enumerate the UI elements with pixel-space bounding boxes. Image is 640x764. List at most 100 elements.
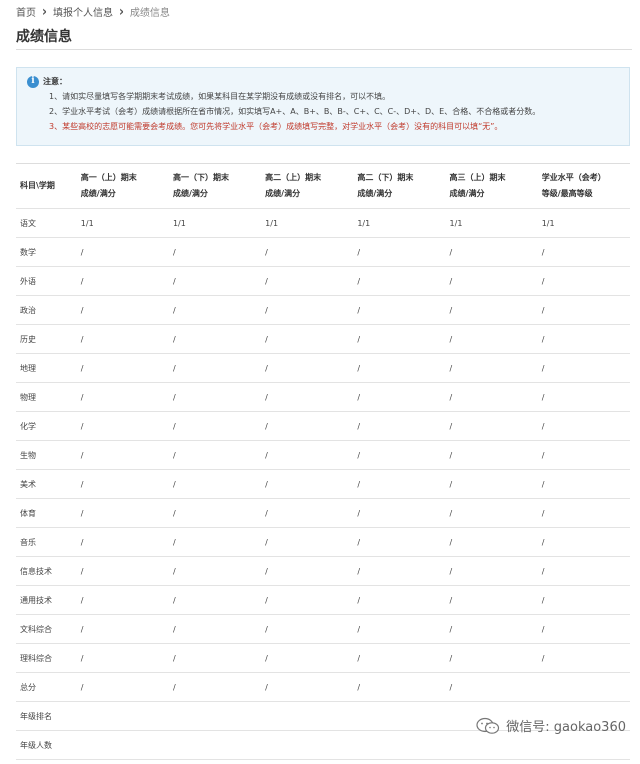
score-cell[interactable]: / [353,295,446,325]
score-cell[interactable]: / [537,266,630,296]
score-cell[interactable]: / [445,353,538,383]
score-cell[interactable]: / [353,469,446,499]
score-cell[interactable]: / [445,324,538,354]
score-cell[interactable]: 1/1 [353,208,446,238]
score-cell[interactable]: / [445,411,538,441]
score-cell[interactable]: 1/1 [76,208,169,238]
score-cell[interactable]: / [445,237,538,267]
score-cell[interactable]: / [353,614,446,644]
score-cell[interactable]: / [353,527,446,557]
score-cell[interactable]: / [537,411,630,441]
score-cell[interactable]: / [353,498,446,528]
score-cell[interactable]: 1/1 [261,208,354,238]
score-cell[interactable]: / [537,556,630,586]
score-cell[interactable]: / [261,672,354,702]
score-cell[interactable]: / [76,295,169,325]
score-cell[interactable]: / [76,469,169,499]
score-cell[interactable]: / [353,585,446,615]
score-cell[interactable]: / [537,527,630,557]
score-cell[interactable]: / [353,324,446,354]
score-cell[interactable] [168,701,262,731]
score-cell[interactable]: / [168,614,262,644]
score-cell[interactable]: / [445,266,538,296]
score-cell[interactable]: / [445,585,538,615]
score-cell[interactable] [76,701,169,731]
score-cell[interactable]: / [168,382,262,412]
score-cell[interactable]: / [353,237,446,267]
score-cell[interactable]: / [261,498,354,528]
score-cell[interactable]: / [261,469,354,499]
score-cell[interactable]: / [445,440,538,470]
score-cell[interactable]: / [261,353,354,383]
score-cell[interactable]: / [353,382,446,412]
score-cell[interactable]: / [76,643,169,673]
score-cell[interactable]: 1/1 [537,208,630,238]
score-cell[interactable]: / [353,556,446,586]
score-cell[interactable]: / [76,498,169,528]
score-cell[interactable]: / [261,237,354,267]
score-cell[interactable]: / [168,295,262,325]
score-cell[interactable]: / [76,614,169,644]
score-cell[interactable]: / [76,382,169,412]
score-cell[interactable] [76,730,169,760]
score-cell[interactable]: / [445,614,538,644]
score-cell[interactable]: / [168,440,262,470]
score-cell[interactable] [353,730,446,760]
score-cell[interactable]: / [261,556,354,586]
score-cell[interactable]: / [353,266,446,296]
score-cell[interactable]: / [261,527,354,557]
score-cell[interactable] [537,672,630,702]
score-cell[interactable]: / [445,672,538,702]
score-cell[interactable]: / [261,585,354,615]
score-cell[interactable]: / [168,324,262,354]
score-cell[interactable]: 1/1 [168,208,262,238]
score-cell[interactable]: / [537,353,630,383]
score-cell[interactable]: / [261,411,354,441]
score-cell[interactable]: / [537,643,630,673]
score-cell[interactable]: / [445,527,538,557]
score-cell[interactable]: / [168,643,262,673]
score-cell[interactable]: / [168,469,262,499]
score-cell[interactable]: / [261,266,354,296]
score-cell[interactable]: / [353,353,446,383]
score-cell[interactable]: / [537,585,630,615]
score-cell[interactable]: / [353,440,446,470]
score-cell[interactable]: 1/1 [445,208,538,238]
score-cell[interactable]: / [353,672,446,702]
score-cell[interactable] [261,701,354,731]
score-cell[interactable] [353,701,446,731]
score-cell[interactable]: / [261,324,354,354]
score-cell[interactable]: / [353,411,446,441]
score-cell[interactable]: / [168,585,262,615]
score-cell[interactable]: / [537,237,630,267]
score-cell[interactable]: / [76,353,169,383]
score-cell[interactable]: / [445,295,538,325]
score-cell[interactable]: / [168,556,262,586]
score-cell[interactable]: / [537,614,630,644]
score-cell[interactable]: / [168,411,262,441]
score-cell[interactable]: / [261,614,354,644]
score-cell[interactable]: / [261,295,354,325]
score-cell[interactable]: / [76,527,169,557]
score-cell[interactable]: / [76,672,169,702]
score-cell[interactable]: / [445,469,538,499]
score-cell[interactable]: / [261,382,354,412]
score-cell[interactable]: / [76,440,169,470]
score-cell[interactable]: / [537,440,630,470]
score-cell[interactable]: / [168,672,262,702]
score-cell[interactable]: / [76,237,169,267]
score-cell[interactable]: / [353,643,446,673]
score-cell[interactable]: / [168,527,262,557]
score-cell[interactable]: / [445,498,538,528]
score-cell[interactable]: / [445,556,538,586]
score-cell[interactable]: / [168,237,262,267]
score-cell[interactable]: / [76,266,169,296]
score-cell[interactable]: / [261,643,354,673]
score-cell[interactable]: / [76,585,169,615]
breadcrumb-home-link[interactable]: 首页 [16,4,36,19]
score-cell[interactable]: / [537,382,630,412]
score-cell[interactable]: / [445,382,538,412]
score-cell[interactable]: / [76,556,169,586]
score-cell[interactable]: / [537,324,630,354]
score-cell[interactable]: / [537,498,630,528]
